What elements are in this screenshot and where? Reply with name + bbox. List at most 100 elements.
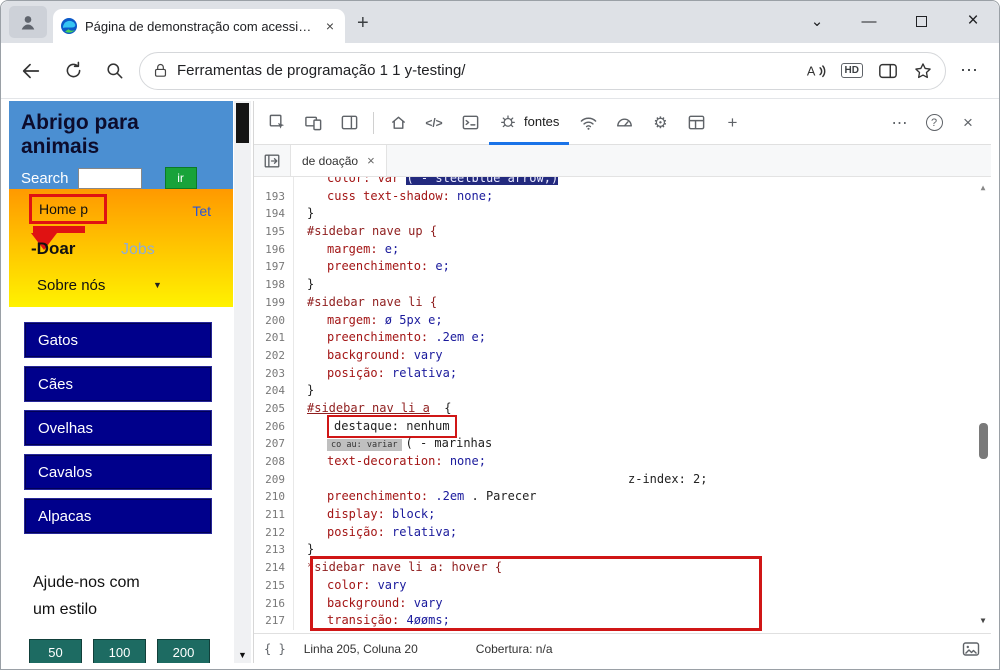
toggle-sidebar-button[interactable] [254, 145, 290, 176]
line-number[interactable]: 199 [254, 293, 294, 312]
line-number[interactable]: 215 [254, 576, 294, 595]
nav-link-pet[interactable]: Tet [192, 203, 211, 219]
scroll-down-icon[interactable]: ▼ [976, 616, 990, 625]
pretty-print-icon[interactable]: { } [264, 642, 286, 656]
layout-tab-button[interactable] [679, 103, 713, 143]
line-number[interactable]: 213 [254, 541, 294, 560]
tab-close-button[interactable]: × [323, 18, 337, 34]
line-number[interactable]: 208 [254, 453, 294, 471]
maximize-button[interactable] [895, 1, 947, 41]
file-tab[interactable]: de doação × [290, 145, 387, 176]
browser-tab[interactable]: Página de demonstração com acessibilidad… [53, 9, 345, 43]
scrollbar-thumb[interactable] [236, 103, 249, 143]
donation-amount-button[interactable]: 200 [157, 639, 210, 663]
devtools-close-button[interactable]: × [951, 103, 985, 143]
code-line[interactable]: 207 co au: variar( - marinhas [254, 435, 991, 453]
favorites-star-icon[interactable] [913, 61, 933, 81]
code-line[interactable]: 211 display: block; [254, 506, 991, 524]
line-number[interactable]: 216 [254, 594, 294, 613]
category-button[interactable]: Cavalos [24, 454, 212, 490]
code-line[interactable]: 194} [254, 205, 991, 224]
category-button[interactable]: Ovelhas [24, 410, 212, 446]
code-line[interactable]: 206 destaque: nenhum [254, 414, 991, 439]
minimize-button[interactable]: — [843, 1, 895, 41]
address-bar[interactable]: Ferramentas de programação 1 1 y-testing… [139, 51, 946, 90]
line-number[interactable]: 198 [254, 276, 294, 294]
application-tab-button[interactable]: ⚙ [643, 103, 677, 143]
editor-scrollbar-thumb[interactable] [979, 423, 988, 460]
line-number[interactable]: 196 [254, 240, 294, 259]
console-tab-button[interactable] [453, 103, 487, 143]
site-search-input[interactable] [77, 167, 142, 189]
line-number[interactable]: 214 [254, 559, 294, 577]
line-number[interactable]: 200 [254, 311, 294, 330]
code-line[interactable]: 195 #sidebar nave up { [254, 223, 991, 241]
code-line[interactable]: 212 posição: relativa; [254, 523, 991, 542]
add-panel-button[interactable]: + [715, 103, 749, 143]
code-line[interactable]: 208 text-decoration: none; [254, 453, 991, 471]
scroll-up-icon[interactable]: ▲ [976, 183, 990, 192]
code-line[interactable]: 199 #sidebar nave li { [254, 293, 991, 312]
line-number[interactable]: 203 [254, 364, 294, 383]
line-number[interactable]: 193 [254, 187, 294, 206]
code-line[interactable]: 216 background: vary [254, 594, 991, 613]
line-number[interactable]: 205 [254, 399, 294, 418]
code-line[interactable]: 202 background: vary [254, 346, 991, 365]
category-button[interactable]: Alpacas [24, 498, 212, 534]
code-line[interactable]: color: var ( - steelblue arrow;) [254, 177, 991, 188]
code-editor[interactable]: color: var ( - steelblue arrow;) 193 cuss … [254, 177, 991, 633]
code-line[interactable]: 193 cuss text-shadow: none; [254, 187, 991, 206]
donation-amount-button[interactable]: 50 [29, 639, 82, 663]
sources-tab-active[interactable]: fontes [489, 101, 570, 145]
settings-more-button[interactable]: ⋯ [952, 60, 987, 81]
profile-button[interactable] [9, 6, 47, 38]
line-number[interactable]: 202 [254, 346, 294, 365]
line-number[interactable]: 217 [254, 612, 294, 630]
page-scrollbar[interactable]: ▼ [234, 101, 251, 663]
line-number[interactable]: 195 [254, 223, 294, 241]
back-button[interactable] [13, 54, 49, 88]
code-line[interactable]: 209 z-index: 2; [254, 470, 991, 489]
line-number[interactable]: 204 [254, 382, 294, 400]
devtools-more-button[interactable]: ⋯ [883, 103, 917, 143]
line-number[interactable]: 207 [254, 435, 294, 453]
file-tab-close-button[interactable]: × [367, 153, 375, 168]
code-line[interactable]: 217 transição: 4øøms; [254, 612, 991, 630]
search-button[interactable] [97, 54, 133, 88]
code-line[interactable]: 204} [254, 382, 991, 400]
donation-amount-button[interactable]: 100 [93, 639, 146, 663]
code-line[interactable]: 213} [254, 541, 991, 560]
home-tab-button[interactable] [381, 103, 415, 143]
code-line[interactable]: 210 preenchimento: .2em . Parecer [254, 488, 991, 507]
line-number[interactable]: 211 [254, 506, 294, 524]
code-line[interactable]: 203 posição: relativa; [254, 364, 991, 383]
nav-link-donate[interactable]: -Doar [31, 239, 75, 259]
line-number[interactable]: 212 [254, 523, 294, 542]
line-number[interactable]: 197 [254, 258, 294, 277]
image-icon[interactable] [961, 639, 981, 659]
read-aloud-icon[interactable]: A [805, 61, 827, 81]
code-line[interactable]: 201 preenchimento: .2em e; [254, 329, 991, 347]
code-line[interactable]: 197 preenchimento: e; [254, 258, 991, 277]
scroll-down-icon[interactable]: ▼ [234, 650, 251, 660]
network-tab-button[interactable] [571, 103, 605, 143]
line-number[interactable]: 209 [254, 470, 294, 489]
device-emulation-button[interactable] [296, 103, 330, 143]
devtools-help-button[interactable]: ? [917, 103, 951, 143]
hd-badge-icon[interactable]: HD [840, 63, 863, 78]
line-number[interactable]: 206 [254, 417, 294, 436]
editor-scrollbar[interactable]: ▲ ▼ [976, 177, 990, 633]
split-screen-icon[interactable] [877, 61, 899, 81]
close-window-button[interactable]: × [947, 1, 999, 41]
search-go-button[interactable]: ir [164, 167, 197, 189]
elements-tab-button[interactable]: </> [417, 103, 451, 143]
category-button[interactable]: Gatos [24, 322, 212, 358]
dock-panel-button[interactable] [332, 103, 366, 143]
code-line[interactable]: 214 *sidebar nave li a: hover { [254, 559, 991, 577]
nav-link-home[interactable]: Home p [39, 201, 88, 217]
inspect-element-button[interactable] [260, 103, 294, 143]
performance-tab-button[interactable] [607, 103, 641, 143]
code-line[interactable]: 200 margem: ø 5px e; [254, 311, 991, 330]
line-number[interactable]: 194 [254, 205, 294, 224]
code-line[interactable]: 196 margem: e; [254, 240, 991, 259]
